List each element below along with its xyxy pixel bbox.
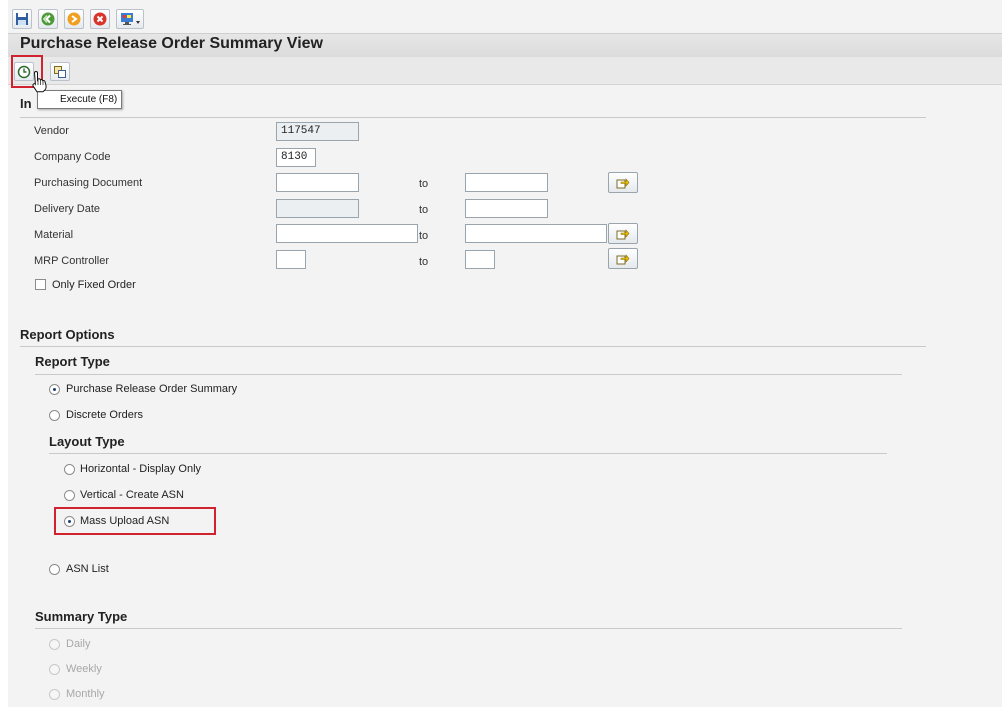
material-from-field[interactable] xyxy=(276,224,418,243)
hand-cursor-icon xyxy=(32,70,47,93)
radio-label-purchase-release-order-summary: Purchase Release Order Summary xyxy=(66,383,238,395)
mrp-controller-multiple-selection-button[interactable] xyxy=(608,248,638,269)
radio-label-daily: Daily xyxy=(66,638,91,650)
input-section-divider xyxy=(20,117,926,118)
layout-menu-icon xyxy=(121,13,140,25)
radio-horizontal-display-only[interactable] xyxy=(64,464,75,475)
exit-button[interactable] xyxy=(64,9,84,29)
cancel-icon xyxy=(93,12,107,26)
get-variant-button[interactable] xyxy=(50,62,70,81)
save-icon xyxy=(16,13,28,25)
radio-purchase-release-order-summary[interactable] xyxy=(49,384,60,395)
delivery-date-to-label: to xyxy=(419,204,429,216)
radio-label-horizontal-display-only: Horizontal - Display Only xyxy=(80,463,202,475)
radio-discrete-orders[interactable] xyxy=(49,410,60,421)
layout-menu-button[interactable] xyxy=(116,9,144,29)
radio-label-vertical-create-asn: Vertical - Create ASN xyxy=(80,489,184,501)
application-toolbar xyxy=(8,57,1002,85)
page-title: Purchase Release Order Summary View xyxy=(20,35,323,52)
summary-type-divider xyxy=(35,628,902,629)
input-section-title: In xyxy=(20,96,32,111)
purchasing-document-to-field[interactable] xyxy=(465,173,548,192)
layout-type-title: Layout Type xyxy=(49,434,125,449)
multiple-selection-arrow-icon xyxy=(616,178,630,189)
radio-asn-list[interactable] xyxy=(49,564,60,575)
radio-label-discrete-orders: Discrete Orders xyxy=(66,409,144,421)
report-type-title: Report Type xyxy=(35,354,110,369)
only-fixed-order-checkbox[interactable] xyxy=(35,279,46,290)
vendor-field[interactable]: 117547 xyxy=(276,122,359,141)
material-label: Material xyxy=(34,229,74,241)
exit-icon xyxy=(67,12,81,26)
get-variant-icon xyxy=(54,65,66,78)
multiple-selection-arrow-icon xyxy=(616,254,630,265)
delivery-date-label: Delivery Date xyxy=(34,203,101,215)
radio-vertical-create-asn[interactable] xyxy=(64,490,75,501)
radio-label-asn-list: ASN List xyxy=(66,563,109,575)
save-button[interactable] xyxy=(12,9,32,29)
mass-upload-asn-highlight xyxy=(54,507,216,535)
material-to-field[interactable] xyxy=(465,224,607,243)
mrp-controller-label: MRP Controller xyxy=(34,255,109,267)
mrp-controller-to-field[interactable] xyxy=(465,250,495,269)
back-icon xyxy=(41,12,55,26)
material-multiple-selection-button[interactable] xyxy=(608,223,638,244)
radio-daily xyxy=(49,639,60,650)
purchasing-document-to-label: to xyxy=(419,178,429,190)
delivery-date-to-field[interactable] xyxy=(465,199,548,218)
report-options-divider xyxy=(20,346,926,347)
purchasing-document-multiple-selection-button[interactable] xyxy=(608,172,638,193)
sap-screen: Purchase Release Order Summary View In V… xyxy=(8,0,1002,707)
mrp-controller-to-label: to xyxy=(419,256,429,268)
radio-label-monthly: Monthly xyxy=(66,688,105,700)
radio-monthly xyxy=(49,689,60,700)
radio-weekly xyxy=(49,664,60,675)
multiple-selection-arrow-icon xyxy=(616,229,630,240)
company-code-field[interactable]: 8130 xyxy=(276,148,316,167)
report-type-divider xyxy=(35,374,902,375)
radio-label-weekly: Weekly xyxy=(66,663,102,675)
purchasing-document-from-field[interactable] xyxy=(276,173,359,192)
report-options-title: Report Options xyxy=(20,327,115,342)
vendor-label: Vendor xyxy=(34,125,69,137)
summary-type-title: Summary Type xyxy=(35,609,128,624)
company-code-label: Company Code xyxy=(34,151,111,163)
layout-type-divider xyxy=(49,453,887,454)
only-fixed-order-label: Only Fixed Order xyxy=(52,279,136,291)
back-button[interactable] xyxy=(38,9,58,29)
purchasing-document-label: Purchasing Document xyxy=(34,177,143,189)
material-to-label: to xyxy=(419,230,429,242)
delivery-date-from-field[interactable] xyxy=(276,199,359,218)
cancel-button[interactable] xyxy=(90,9,110,29)
mrp-controller-from-field[interactable] xyxy=(276,250,306,269)
